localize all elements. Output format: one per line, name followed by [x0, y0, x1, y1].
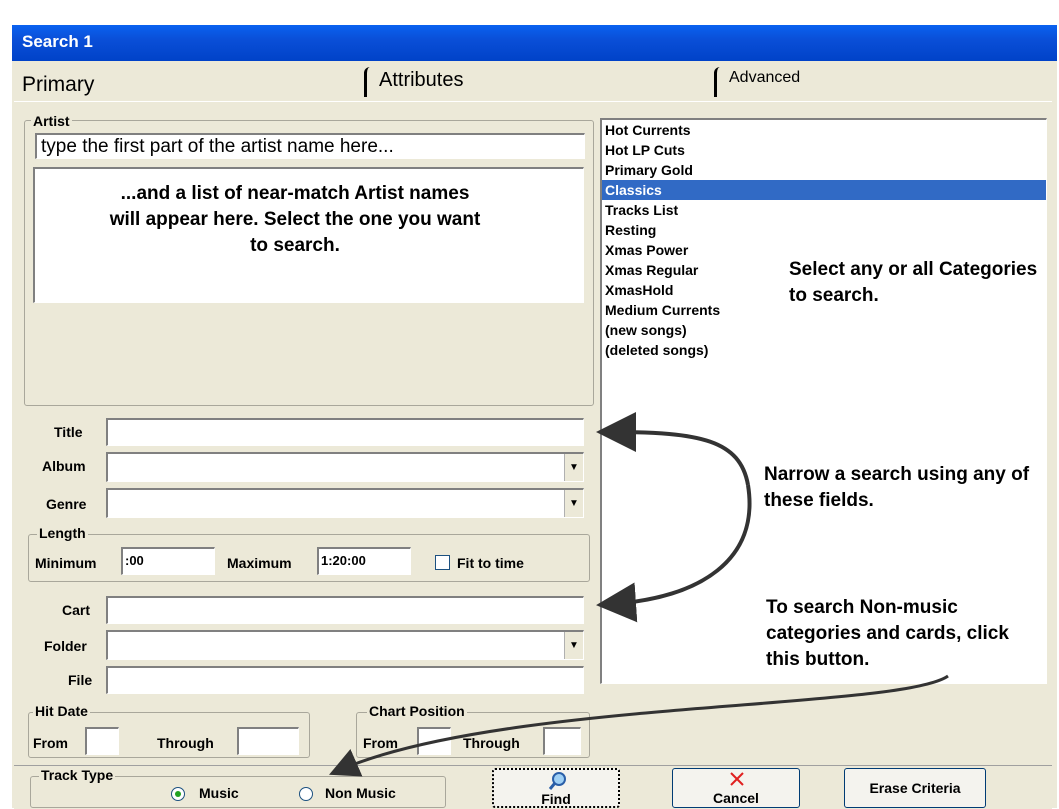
folder-label: Folder: [44, 638, 87, 654]
chevron-down-icon: ▼: [569, 498, 579, 509]
folder-dropdown-button[interactable]: ▼: [564, 632, 583, 659]
artist-input[interactable]: type the first part of the artist name h…: [35, 133, 585, 159]
genre-dropdown-button[interactable]: ▼: [564, 490, 583, 517]
title-input[interactable]: [106, 418, 584, 446]
tab-attributes[interactable]: Attributes: [364, 67, 717, 97]
nonmusic-radio[interactable]: [299, 785, 313, 803]
tab-primary-label: Primary: [22, 73, 95, 96]
bottom-bar: Track Type Music Non Music Find Cancel E…: [14, 765, 1052, 809]
list-item[interactable]: Primary Gold: [602, 160, 1046, 180]
track-type-group: Track Type Music Non Music: [30, 767, 446, 808]
artist-list-hint: ...and a list of near-match Artist names…: [109, 183, 481, 256]
primary-panel: Artist type the first part of the artist…: [14, 101, 1052, 766]
artist-label: Artist: [31, 113, 72, 129]
find-label: Find: [541, 791, 571, 807]
maximum-label: Maximum: [227, 555, 292, 571]
cancel-button[interactable]: Cancel: [672, 768, 800, 808]
window-title: Search 1: [22, 32, 93, 51]
hit-date-through-label: Through: [157, 735, 214, 751]
length-group: Length Minimum :00 Maximum 1:20:00 Fit t…: [28, 525, 590, 582]
artist-input-text: type the first part of the artist name h…: [41, 136, 394, 157]
album-combo[interactable]: ▼: [106, 452, 584, 482]
artist-group: Artist type the first part of the artist…: [24, 113, 594, 406]
minimum-label: Minimum: [35, 555, 97, 571]
categories-hint: Select any or all Categories to search.: [789, 259, 1038, 306]
hit-date-through-input[interactable]: [237, 727, 299, 755]
genre-label: Genre: [46, 496, 87, 512]
chart-position-from-label: From: [363, 735, 398, 751]
erase-criteria-button[interactable]: Erase Criteria: [844, 768, 986, 808]
nonmusic-label: Non Music: [325, 785, 396, 801]
tab-advanced-label: Advanced: [729, 69, 801, 86]
list-item[interactable]: (deleted songs): [602, 340, 1046, 360]
search-window: Search 1 Primary Attributes Advanced Art…: [12, 25, 1057, 809]
folder-combo[interactable]: ▼: [106, 630, 584, 660]
hit-date-from-label: From: [33, 735, 68, 751]
artist-match-list[interactable]: ...and a list of near-match Artist names…: [33, 167, 584, 303]
nonmusic-hint: To search Non-music categories and cards…: [766, 597, 1009, 670]
track-type-label: Track Type: [39, 767, 116, 783]
chart-position-from-input[interactable]: [417, 727, 451, 755]
genre-combo[interactable]: ▼: [106, 488, 584, 518]
chart-position-through-label: Through: [463, 735, 520, 751]
maximum-value: 1:20:00: [321, 553, 366, 568]
list-item[interactable]: Hot LP Cuts: [602, 140, 1046, 160]
fit-to-time-label: Fit to time: [457, 555, 524, 571]
chevron-down-icon: ▼: [569, 462, 579, 473]
list-item[interactable]: (new songs): [602, 320, 1046, 340]
cart-input[interactable]: [106, 596, 584, 624]
music-label: Music: [199, 785, 239, 801]
maximum-input[interactable]: 1:20:00: [317, 547, 411, 575]
album-label: Album: [42, 458, 86, 474]
length-label: Length: [37, 525, 88, 541]
find-button[interactable]: Find: [492, 768, 620, 808]
hit-date-group: Hit Date From Through: [28, 703, 310, 758]
hit-date-label: Hit Date: [33, 703, 90, 719]
list-item[interactable]: Hot Currents: [602, 120, 1046, 140]
tab-advanced[interactable]: Advanced: [714, 67, 1057, 97]
title-bar[interactable]: Search 1: [12, 25, 1057, 61]
cancel-label: Cancel: [713, 790, 759, 806]
list-item-selected[interactable]: Classics: [602, 180, 1046, 200]
file-label: File: [68, 672, 93, 688]
tab-primary[interactable]: Primary: [12, 63, 362, 101]
minimum-value: :00: [125, 553, 144, 568]
chevron-down-icon: ▼: [569, 640, 579, 651]
narrow-hint: Narrow a search using any of these field…: [764, 464, 1030, 511]
title-label: Title: [54, 424, 83, 440]
minimum-input[interactable]: :00: [121, 547, 215, 575]
chart-position-label: Chart Position: [367, 703, 467, 719]
cart-label: Cart: [62, 602, 91, 618]
hit-date-from-input[interactable]: [85, 727, 119, 755]
tab-bar: Primary Attributes Advanced: [12, 61, 1057, 101]
list-item[interactable]: Tracks List: [602, 200, 1046, 220]
radio-unselected-icon: [299, 786, 313, 801]
tab-attributes-label: Attributes: [379, 69, 464, 91]
red-x-icon: [730, 772, 744, 786]
music-radio[interactable]: [171, 785, 185, 803]
file-input[interactable]: [106, 666, 584, 694]
list-item[interactable]: Resting: [602, 220, 1046, 240]
magnifier-icon: [548, 772, 566, 790]
erase-criteria-label: Erase Criteria: [869, 780, 961, 796]
chart-position-through-input[interactable]: [543, 727, 581, 755]
album-dropdown-button[interactable]: ▼: [564, 454, 583, 481]
fit-to-time-checkbox[interactable]: [435, 555, 450, 570]
chart-position-group: Chart Position From Through: [356, 703, 590, 758]
radio-selected-icon: [171, 786, 185, 801]
